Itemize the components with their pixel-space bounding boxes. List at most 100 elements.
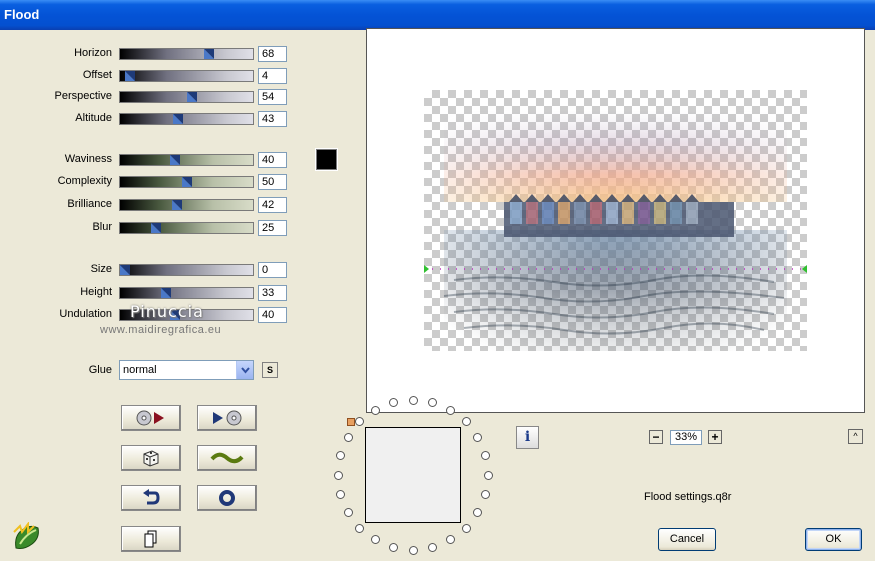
dice-icon (143, 450, 159, 467)
blur-label: Blur (92, 221, 112, 233)
undo-button[interactable] (121, 485, 181, 511)
slider-thumb-icon[interactable] (161, 288, 171, 298)
wheel-dot[interactable] (408, 545, 418, 555)
wheel-dot[interactable] (473, 508, 483, 517)
wheel-dot[interactable] (336, 451, 346, 461)
wheel-dot[interactable] (389, 542, 399, 552)
undo-arrow-icon (143, 489, 160, 505)
save-preset-button[interactable] (197, 405, 257, 431)
complexity-slider[interactable] (119, 176, 254, 188)
slider-thumb-icon[interactable] (172, 200, 182, 210)
cancel-button[interactable]: Cancel (658, 528, 716, 551)
slider-thumb-icon[interactable] (182, 177, 192, 187)
wheel-dot[interactable] (427, 398, 437, 408)
wheel-dot[interactable] (480, 451, 490, 461)
preview-panel[interactable] (366, 28, 865, 413)
zoom-level[interactable]: 33% (670, 430, 702, 445)
wheel-dot[interactable] (355, 523, 365, 533)
size-slider[interactable] (119, 264, 254, 276)
slider-thumb-icon[interactable] (187, 92, 197, 102)
slider-thumb-icon[interactable] (204, 49, 214, 59)
perspective-slider[interactable] (119, 91, 254, 103)
offset-value-input[interactable]: 4 (258, 68, 287, 84)
wheel-dot[interactable] (461, 523, 471, 533)
slider-thumb-icon[interactable] (173, 114, 183, 124)
offset-slider[interactable] (119, 70, 254, 82)
horizon-slider[interactable] (119, 48, 254, 60)
copy-pages-icon (144, 530, 157, 548)
chevron-down-icon[interactable] (236, 361, 253, 379)
wheel-dot[interactable] (343, 508, 353, 517)
height-label: Height (80, 286, 112, 298)
blur-value-input[interactable]: 25 (258, 220, 287, 236)
expand-button[interactable]: ^ (848, 429, 863, 444)
altitude-value-input[interactable]: 43 (258, 111, 287, 127)
info-button[interactable]: i (516, 426, 539, 449)
perspective-value-input[interactable]: 54 (258, 89, 287, 105)
info-icon: i (524, 429, 531, 445)
wheel-dot[interactable] (473, 433, 483, 442)
app-logo-icon (12, 521, 42, 552)
copy-button[interactable] (121, 526, 181, 552)
undulation-label: Undulation (59, 308, 112, 320)
wheel-dot[interactable] (336, 489, 346, 499)
height-slider[interactable] (119, 287, 254, 299)
height-value-input[interactable]: 33 (258, 285, 287, 301)
wheel-dot[interactable] (371, 535, 380, 545)
wheel-dot[interactable] (333, 470, 343, 480)
glue-label: Glue (88, 364, 112, 376)
complexity-value-input[interactable]: 50 (258, 174, 287, 190)
wheel-dot[interactable] (343, 433, 353, 442)
wheel-dot[interactable] (446, 535, 455, 545)
waviness-label: Waviness (64, 153, 112, 165)
brilliance-label: Brilliance (67, 198, 112, 210)
preview-image[interactable] (424, 90, 807, 351)
disc-arrow-icon (136, 410, 164, 426)
size-value-input[interactable]: 0 (258, 262, 287, 278)
wheel-handle[interactable] (347, 418, 355, 426)
horizon-label: Horizon (74, 47, 112, 59)
load-preset-button[interactable] (121, 405, 181, 431)
horizon-value-input[interactable]: 68 (258, 46, 287, 62)
glue-dropdown[interactable]: normal (119, 360, 254, 380)
offset-label: Offset (82, 69, 112, 81)
zoom-out-button[interactable]: − (649, 430, 663, 444)
altitude-slider[interactable] (119, 113, 254, 125)
wheel-dot[interactable] (355, 417, 365, 427)
slider-thumb-icon[interactable] (120, 265, 130, 275)
reset-button[interactable] (197, 485, 257, 511)
brilliance-value-input[interactable]: 42 (258, 197, 287, 213)
light-preview-box[interactable] (365, 427, 461, 523)
wheel-dot[interactable] (480, 489, 490, 499)
flood-color-swatch[interactable] (315, 148, 338, 171)
wheel-dot[interactable] (427, 542, 437, 552)
wheel-dot[interactable] (371, 405, 380, 415)
watermark-site: www.maidiregrafica.eu (100, 324, 222, 336)
undulation-value-input[interactable]: 40 (258, 307, 287, 323)
randomize-button[interactable] (121, 445, 181, 471)
wave-preset-button[interactable] (197, 445, 257, 471)
waviness-slider[interactable] (119, 154, 254, 166)
watermark-name: Pinuccia (130, 302, 204, 321)
zoom-in-button[interactable]: + (708, 430, 722, 444)
title-bar: Flood (0, 0, 875, 30)
arrow-disc-icon (213, 410, 242, 426)
size-label: Size (90, 263, 112, 275)
brilliance-slider[interactable] (119, 199, 254, 211)
wheel-dot[interactable] (483, 470, 493, 480)
slider-thumb-icon[interactable] (151, 223, 161, 233)
wheel-dot[interactable] (446, 405, 455, 415)
slider-thumb-icon[interactable] (170, 155, 180, 165)
glue-s-button[interactable]: S (262, 362, 278, 378)
slider-thumb-icon[interactable] (125, 71, 135, 81)
complexity-label: Complexity (57, 175, 112, 187)
waviness-value-input[interactable]: 40 (258, 152, 287, 168)
wheel-dot[interactable] (461, 417, 471, 427)
settings-filename: Flood settings.q8r (644, 491, 732, 503)
glue-dropdown-value: normal (123, 364, 157, 376)
blur-slider[interactable] (119, 222, 254, 234)
ok-button[interactable]: OK (805, 528, 862, 551)
wave-icon (210, 452, 244, 464)
wheel-dot[interactable] (408, 395, 418, 405)
window-title: Flood (4, 7, 40, 22)
